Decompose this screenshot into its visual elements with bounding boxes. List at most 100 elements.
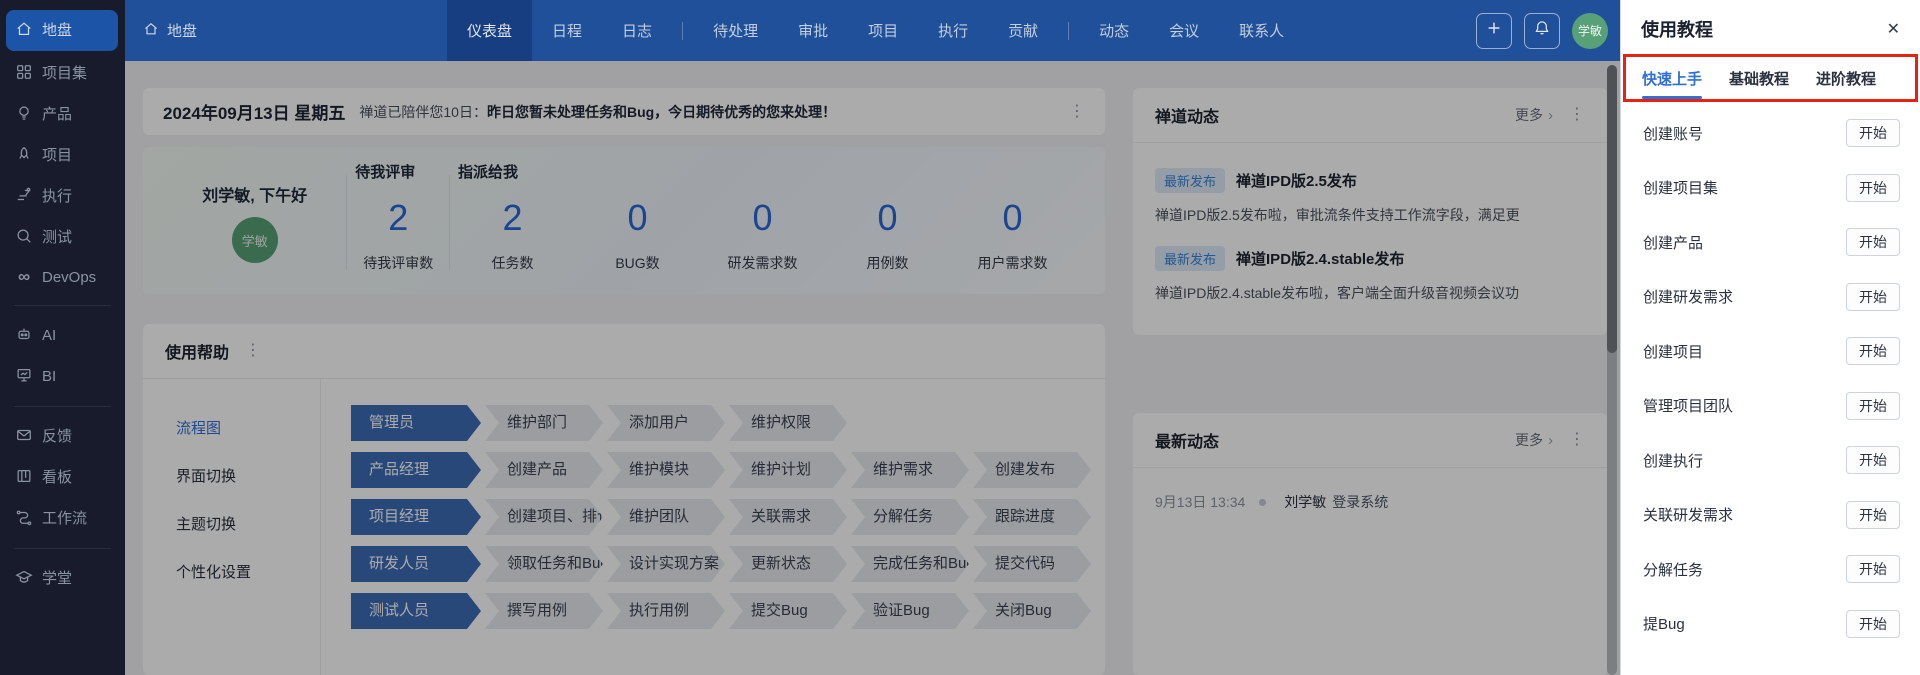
nav-tab-effort[interactable]: 日志 (602, 0, 672, 61)
nav-tab-contacts[interactable]: 联系人 (1219, 0, 1304, 61)
nav-tab-execution[interactable]: 执行 (918, 0, 988, 61)
flow-step-chip[interactable]: 添加用户 (607, 405, 725, 441)
sidebar: 地盘 项目集 产品 项目 执行 测试 ∞ DevOps AI (0, 0, 125, 675)
scrollbar-thumb[interactable] (1607, 65, 1617, 353)
create-button[interactable] (1476, 13, 1512, 49)
tab-quick-start[interactable]: 快速上手 (1642, 68, 1702, 99)
stats-card: 刘学敏, 下午好 学敏 待我评审 2 待我评审数 指派给我 2 (143, 147, 1105, 294)
zentao-news-title: 禅道动态 (1155, 103, 1219, 127)
stat-value[interactable]: 2 (502, 197, 522, 239)
sidebar-item-devops[interactable]: ∞ DevOps (0, 258, 125, 296)
start-button[interactable]: 开始 (1846, 392, 1900, 420)
start-button[interactable]: 开始 (1846, 501, 1900, 529)
nav-tab-dynamic[interactable]: 动态 (1079, 0, 1149, 61)
sidebar-item-dashboard[interactable]: 地盘 (6, 10, 118, 51)
nav-tab-project[interactable]: 项目 (848, 0, 918, 61)
sidebar-item-school[interactable]: 学堂 (0, 558, 125, 599)
flow-step-chip[interactable]: 设计实现方案 (607, 546, 725, 582)
banner-note: 禅道已陪伴您10日：昨日您暂未处理任务和Bug，今日期待优秀的您来处理！ (359, 102, 836, 122)
nav-tab-approval[interactable]: 审批 (778, 0, 848, 61)
content-scrollbar[interactable] (1607, 65, 1617, 675)
flow-step-chip[interactable]: 更新状态 (729, 546, 847, 582)
flow-step-chip[interactable]: 领取任务和Bug (485, 546, 603, 582)
kebab-menu-icon[interactable]: ⋮ (1569, 432, 1585, 448)
news-item-title[interactable]: 禅道IPD版2.4.stable发布 (1236, 248, 1404, 269)
start-button[interactable]: 开始 (1846, 555, 1900, 583)
navbar-home[interactable]: 地盘 (143, 20, 197, 41)
stat-value[interactable]: 0 (1002, 197, 1022, 239)
sidebar-item-kanban[interactable]: 看板 (0, 457, 125, 498)
nav-tab-meeting[interactable]: 会议 (1149, 0, 1219, 61)
kebab-menu-icon[interactable]: ⋮ (245, 343, 261, 359)
help-menu-ui-switch[interactable]: 界面切换 (176, 465, 320, 486)
release-badge: 最新发布 (1155, 168, 1225, 193)
flow-step-chip[interactable]: 维护模块 (607, 452, 725, 488)
flow-step-chip[interactable]: 维护计划 (729, 452, 847, 488)
help-menu-personalization[interactable]: 个性化设置 (176, 561, 320, 582)
flow-step-chip[interactable]: 关闭Bug (973, 593, 1091, 629)
stat-value[interactable]: 0 (877, 197, 897, 239)
start-button[interactable]: 开始 (1846, 610, 1900, 638)
close-icon[interactable]: ✕ (1887, 19, 1900, 39)
news-item[interactable]: 最新发布 禅道IPD版2.5发布 禅道IPD版2.5发布啦，审批流条件支持工作流… (1155, 168, 1585, 225)
kebab-menu-icon[interactable]: ⋮ (1569, 107, 1585, 123)
flow-step-chip[interactable]: 维护团队 (607, 499, 725, 535)
stat-group-assigned: 指派给我 2 任务数 0 BUG数 0 研发需求数 (450, 161, 1075, 284)
kebab-menu-icon[interactable]: ⋮ (1069, 104, 1085, 120)
nav-tab-todo[interactable]: 待处理 (693, 0, 778, 61)
flow-step-chip[interactable]: 提交Bug (729, 593, 847, 629)
start-button[interactable]: 开始 (1846, 228, 1900, 256)
nav-tab-contribution[interactable]: 贡献 (988, 0, 1058, 61)
sidebar-item-program[interactable]: 项目集 (0, 53, 125, 94)
sidebar-item-ai[interactable]: AI (0, 315, 125, 356)
home-icon (143, 21, 159, 41)
stat-value[interactable]: 2 (388, 197, 408, 239)
flow-step-chip[interactable]: 验证Bug (851, 593, 969, 629)
nav-tab-calendar[interactable]: 日程 (532, 0, 602, 61)
flow-step-chip[interactable]: 关联需求 (729, 499, 847, 535)
help-menu-theme-switch[interactable]: 主题切换 (176, 513, 320, 534)
flow-step-chip[interactable]: 维护部门 (485, 405, 603, 441)
flow-step-chip[interactable]: 跟踪进度 (973, 499, 1091, 535)
chevron-right-icon: › (1548, 432, 1553, 449)
flow-step-chip[interactable]: 创建发布 (973, 452, 1091, 488)
sidebar-item-bi[interactable]: BI (0, 356, 125, 397)
notifications-button[interactable] (1524, 13, 1560, 49)
sidebar-item-workflow[interactable]: 工作流 (0, 498, 125, 539)
news-item[interactable]: 最新发布 禅道IPD版2.4.stable发布 禅道IPD版2.4.stable… (1155, 246, 1585, 303)
latest-news-more-link[interactable]: 更多› (1515, 430, 1553, 450)
sidebar-item-product[interactable]: 产品 (0, 94, 125, 135)
help-menu-flowchart[interactable]: 流程图 (176, 417, 320, 438)
sidebar-item-feedback[interactable]: 反馈 (0, 416, 125, 457)
flow-step-chip[interactable]: 提交代码 (973, 546, 1091, 582)
zentao-news-more-link[interactable]: 更多› (1515, 105, 1553, 125)
start-button[interactable]: 开始 (1846, 283, 1900, 311)
nav-tab-dashboard[interactable]: 仪表盘 (447, 0, 532, 61)
sidebar-item-test[interactable]: 测试 (0, 217, 125, 258)
flow-step-chip[interactable]: 执行用例 (607, 593, 725, 629)
sidebar-item-project[interactable]: 项目 (0, 135, 125, 176)
start-button[interactable]: 开始 (1846, 446, 1900, 474)
news-item-title[interactable]: 禅道IPD版2.5发布 (1236, 170, 1357, 191)
flow-step-chip[interactable]: 分解任务 (851, 499, 969, 535)
user-avatar[interactable]: 学敏 (1572, 13, 1608, 49)
start-button[interactable]: 开始 (1846, 337, 1900, 365)
sprint-icon (15, 186, 33, 207)
start-button[interactable]: 开始 (1846, 174, 1900, 202)
start-button[interactable]: 开始 (1846, 119, 1900, 147)
flow-step-chip[interactable]: 维护权限 (729, 405, 847, 441)
help-card: 使用帮助 ⋮ 流程图 界面切换 主题切换 个性化设置 管理 (143, 324, 1105, 675)
stat-value[interactable]: 0 (627, 197, 647, 239)
flow-step-chip[interactable]: 完成任务和Bug (851, 546, 969, 582)
stat-value[interactable]: 0 (752, 197, 772, 239)
tab-advanced-tutorial[interactable]: 进阶教程 (1816, 68, 1876, 99)
flow-step-chip[interactable]: 创建项目、排计划 (485, 499, 603, 535)
flow-row-developer: 研发人员 领取任务和Bug 设计实现方案 更新状态 完成任务和Bug 提交代码 (351, 546, 1105, 582)
sidebar-item-execution[interactable]: 执行 (0, 176, 125, 217)
flow-step-chip[interactable]: 创建产品 (485, 452, 603, 488)
tab-basic-tutorial[interactable]: 基础教程 (1729, 68, 1789, 99)
activity-user[interactable]: 刘学敏 (1284, 492, 1326, 512)
flow-step-chip[interactable]: 撰写用例 (485, 593, 603, 629)
tutorial-label: 创建项目 (1643, 341, 1703, 362)
flow-step-chip[interactable]: 维护需求 (851, 452, 969, 488)
